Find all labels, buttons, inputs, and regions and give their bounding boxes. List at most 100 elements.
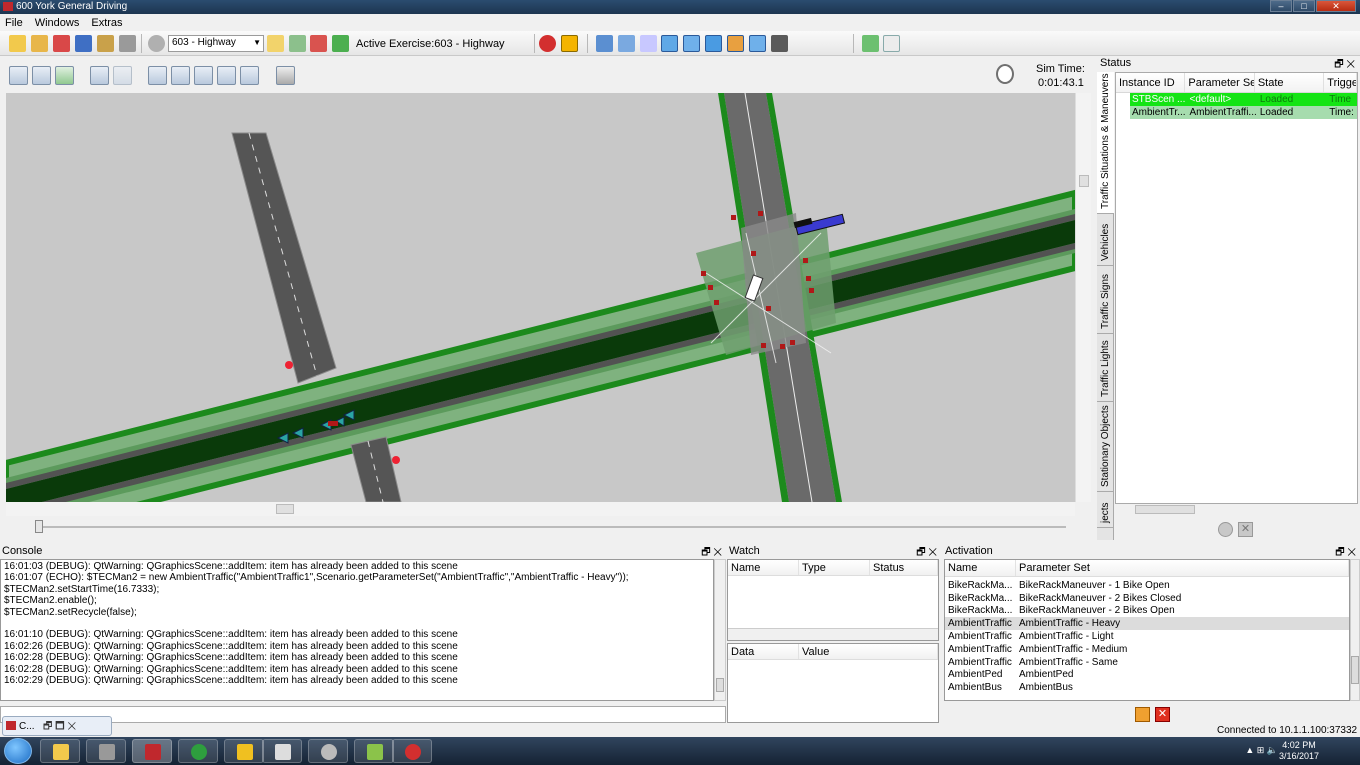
maximize-button[interactable]: □ — [1293, 0, 1315, 12]
map-horizontal-scrollbar[interactable] — [6, 502, 1075, 516]
scenario-map[interactable] — [6, 93, 1075, 502]
road-network[interactable] — [6, 93, 1075, 502]
remove-icon[interactable] — [1218, 522, 1233, 537]
minimize-button[interactable]: – — [1270, 0, 1292, 12]
menu-windows[interactable]: Windows — [35, 17, 80, 29]
col-state[interactable]: State — [1255, 73, 1325, 92]
console-scrollbar[interactable] — [714, 559, 726, 701]
activation-list[interactable]: Name Parameter Set BikeRackMa... BikeRack… — [944, 559, 1350, 701]
refresh-icon[interactable] — [862, 35, 879, 52]
menu-file[interactable]: File — [5, 17, 23, 29]
taskbar-driving-app[interactable] — [132, 739, 172, 763]
open-folder-icon[interactable] — [31, 35, 48, 52]
time-slider[interactable] — [6, 516, 1092, 538]
start-button[interactable] — [4, 738, 32, 764]
restore-icon[interactable]: 🗗 🗖 ✕ — [43, 719, 76, 736]
col-value[interactable]: Value — [799, 644, 938, 659]
zoom-search-icon[interactable] — [9, 66, 28, 85]
clock[interactable]: 4:02 PM 3/16/2017 — [1279, 740, 1319, 762]
list-item[interactable]: AmbientBus AmbientBus — [945, 681, 1349, 694]
close-button[interactable]: ✕ — [1316, 0, 1356, 12]
watch-list[interactable]: Name Type Status — [727, 559, 939, 641]
taskbar-chart-app[interactable] — [354, 739, 394, 763]
time-slider-handle[interactable] — [35, 520, 43, 533]
edit-exercise-icon[interactable] — [289, 35, 306, 52]
tab-traffic-lights[interactable]: Traffic Lights — [1097, 334, 1114, 402]
tab-stationary-objects[interactable]: Stationary Objects — [1097, 402, 1114, 492]
table-row[interactable]: STBScen ... <default> Loaded Time — [1130, 93, 1357, 106]
watch-values[interactable]: Data Value — [727, 643, 939, 723]
col-parameter-set[interactable]: Parameter Set — [1016, 560, 1349, 576]
col-instance-id[interactable]: Instance ID — [1116, 73, 1186, 92]
settings-gear-icon[interactable] — [119, 35, 136, 52]
tab-traffic-signs[interactable]: Traffic Signs — [1097, 266, 1114, 334]
cancel-icon[interactable]: ✕ — [1155, 707, 1170, 722]
col-status[interactable]: Status — [870, 560, 938, 575]
list-item[interactable]: BikeRackMa... BikeRackManeuver - 2 Bikes … — [945, 605, 1349, 618]
book-icon[interactable] — [596, 35, 613, 52]
view-3-icon[interactable] — [705, 35, 722, 52]
menu-extras[interactable]: Extras — [91, 17, 122, 29]
col-name[interactable]: Name — [945, 560, 1016, 576]
list-item[interactable]: BikeRackMa... BikeRackManeuver - 2 Bikes … — [945, 592, 1349, 605]
route-icon[interactable] — [55, 66, 74, 85]
vehicle-icon[interactable] — [771, 35, 788, 52]
run-exercise-icon[interactable] — [332, 35, 349, 52]
view-5-icon[interactable] — [749, 35, 766, 52]
stop-icon[interactable] — [539, 35, 556, 52]
camera-icon[interactable] — [276, 66, 295, 85]
delete-icon[interactable]: ✕ — [1238, 522, 1253, 537]
favorite-icon[interactable] — [53, 35, 70, 52]
tab-traffic-situations[interactable]: Traffic Situations & Maneuvers — [1097, 72, 1114, 214]
graph-icon[interactable] — [113, 66, 132, 85]
taskbar-window-app[interactable] — [262, 739, 302, 763]
fit-selection-icon[interactable] — [171, 66, 190, 85]
lock-icon[interactable] — [561, 35, 578, 52]
list-item[interactable]: AmbientTraffic AmbientTraffic - Heavy — [945, 617, 1349, 631]
exercise-select[interactable]: 603 - Highway ▼ — [168, 35, 264, 52]
fit-view-icon[interactable] — [148, 66, 167, 85]
minimized-window[interactable]: C... 🗗 🗖 ✕ — [2, 716, 112, 736]
taskbar-tools[interactable] — [86, 739, 126, 763]
window-icon[interactable] — [618, 35, 635, 52]
document-icon[interactable] — [883, 35, 900, 52]
delete-exercise-icon[interactable] — [310, 35, 327, 52]
col-type[interactable]: Type — [799, 560, 870, 575]
taskbar-eye-app[interactable] — [178, 739, 218, 763]
checklist-icon[interactable] — [90, 66, 109, 85]
zoom-region-icon[interactable] — [240, 66, 259, 85]
pan-icon[interactable] — [32, 66, 51, 85]
new-exercise-icon[interactable] — [267, 35, 284, 52]
status-horizontal-scrollbar[interactable] — [1115, 504, 1358, 516]
taskbar-explorer[interactable] — [40, 739, 80, 763]
table-row[interactable]: AmbientTr... AmbientTraffi... Loaded Tim… — [1130, 106, 1357, 119]
activate-icon[interactable] — [1135, 707, 1150, 722]
col-trigger[interactable]: Trigge — [1324, 73, 1358, 92]
list-item[interactable]: BikeRackMa... BikeRackManeuver - 1 Bike O… — [945, 579, 1349, 592]
view-4-icon[interactable] — [727, 35, 744, 52]
tab-vehicles[interactable]: Vehicles — [1097, 214, 1114, 266]
taskbar-red-app[interactable] — [392, 739, 432, 763]
edit-pen-icon[interactable] — [640, 35, 657, 52]
zoom-out-icon[interactable] — [217, 66, 236, 85]
col-parameter-set[interactable]: Parameter Set — [1185, 73, 1255, 92]
new-file-icon[interactable] — [9, 35, 26, 52]
watch-scrollbar[interactable] — [728, 628, 938, 640]
save-icon[interactable] — [75, 35, 92, 52]
list-item[interactable]: AmbientTraffic AmbientTraffic - Same — [945, 656, 1349, 669]
zoom-in-icon[interactable] — [194, 66, 213, 85]
save-all-icon[interactable] — [97, 35, 114, 52]
list-item[interactable]: AmbientTraffic AmbientTraffic - Medium — [945, 643, 1349, 656]
tab-objects[interactable]: jects — [1097, 492, 1114, 528]
map-vertical-scrollbar[interactable] — [1075, 93, 1091, 502]
taskbar-shell-app[interactable] — [224, 739, 264, 763]
view-1-icon[interactable] — [661, 35, 678, 52]
col-name[interactable]: Name — [728, 560, 799, 575]
view-2-icon[interactable] — [683, 35, 700, 52]
taskbar-disc-app[interactable] — [308, 739, 348, 763]
list-item[interactable]: AmbientPed AmbientPed — [945, 669, 1349, 682]
system-tray-icons[interactable]: ▲ ⊞ 🔈 — [1245, 745, 1278, 756]
col-data[interactable]: Data — [728, 644, 799, 659]
console-output[interactable]: 16:01:03 (DEBUG): QtWarning: QGraphicsSc… — [0, 559, 714, 701]
list-item[interactable]: AmbientTraffic AmbientTraffic - Light — [945, 630, 1349, 643]
